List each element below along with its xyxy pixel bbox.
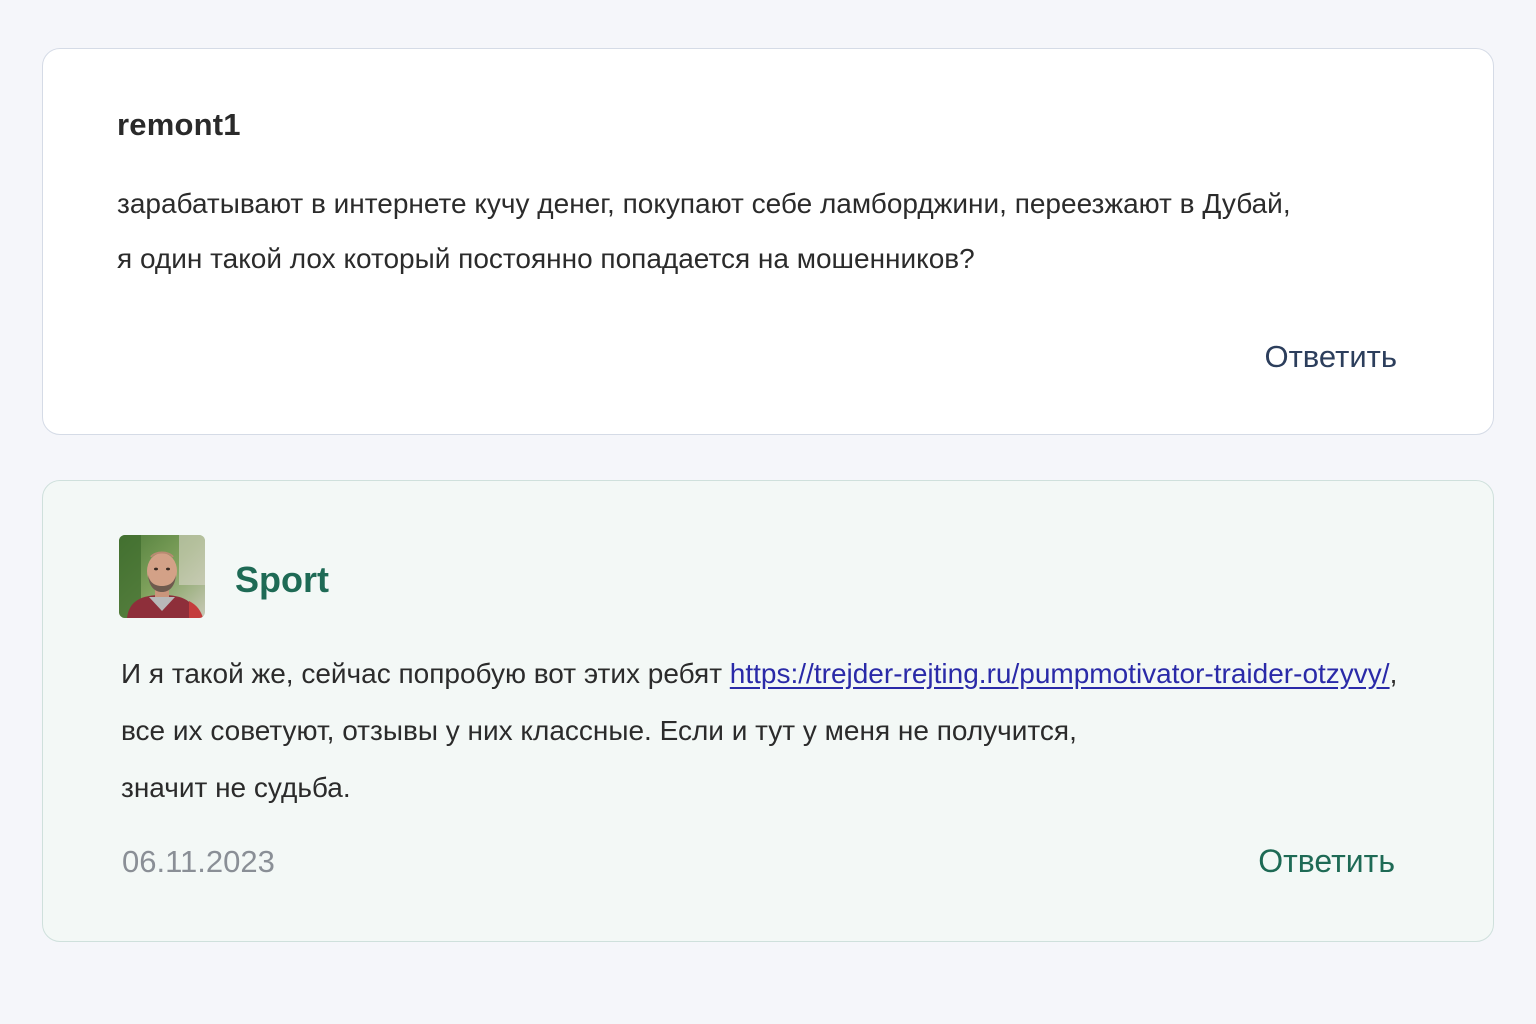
comment-date: 06.11.2023 bbox=[122, 844, 275, 879]
comment-text-line: значит не судьба. bbox=[121, 772, 351, 803]
user-photo-avatar[interactable] bbox=[119, 535, 205, 618]
comment-text-line: все их советуют, отзывы у них классные. … bbox=[121, 715, 1077, 746]
comment-text-segment: , bbox=[1389, 658, 1398, 689]
comment-card-remont1: remont1 зарабатывают в интернете кучу де… bbox=[42, 48, 1494, 435]
comment-text-line: зарабатывают в интернете кучу денег, пок… bbox=[117, 188, 1291, 219]
comment-text-line: И я такой же, сейчас попробую вот этих р… bbox=[121, 645, 1397, 702]
comment-text-segment: И я такой же, сейчас попробую вот этих р… bbox=[121, 658, 730, 689]
comment-card-sport: Sport И я такой же, сейчас попробую вот … bbox=[42, 480, 1494, 942]
comment-text-line: я один такой лох который постоянно попад… bbox=[117, 243, 975, 274]
reply-button[interactable]: Ответить bbox=[1264, 339, 1397, 375]
comment-author-name: remont1 bbox=[117, 107, 241, 142]
reply-button[interactable]: Ответить bbox=[1258, 843, 1395, 880]
avatar-photo-icon bbox=[119, 535, 205, 618]
comment-text: И я такой же, сейчас попробую вот этих р… bbox=[121, 645, 1397, 816]
comment-text: зарабатывают в интернете кучу денег, пок… bbox=[117, 176, 1291, 286]
external-link[interactable]: https://trejder-rejting.ru/pumpmotivator… bbox=[730, 658, 1390, 689]
comment-author-link[interactable]: Sport bbox=[235, 559, 329, 601]
